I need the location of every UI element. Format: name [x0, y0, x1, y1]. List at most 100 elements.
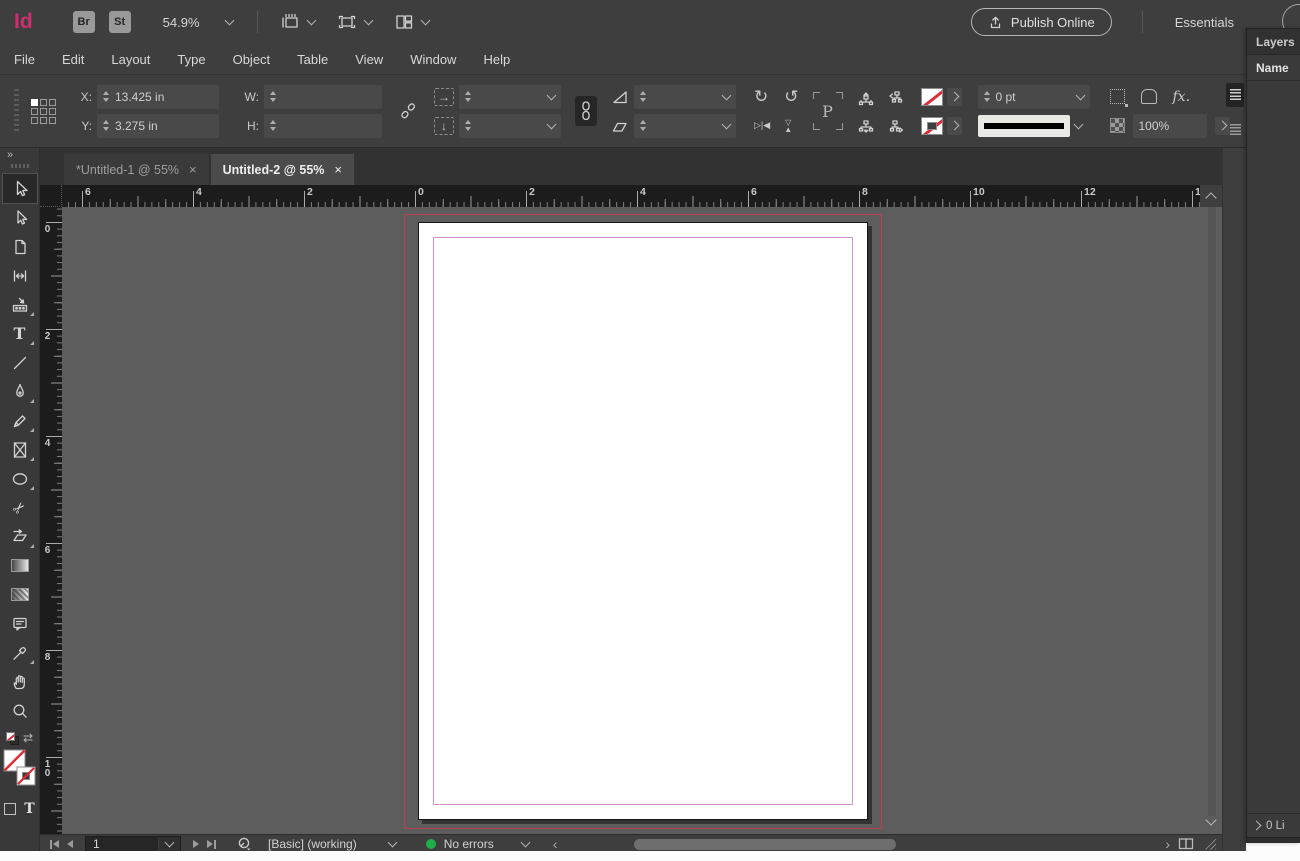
corner-options-icon[interactable] — [1110, 89, 1125, 104]
close-icon[interactable]: × — [189, 162, 197, 177]
stroke-weight-spinner[interactable] — [984, 91, 990, 102]
fill-options-button[interactable] — [947, 88, 962, 106]
w-spinner[interactable] — [270, 91, 276, 102]
stroke-weight-field[interactable]: 0 pt — [978, 85, 1090, 109]
gradient-feather-tool[interactable] — [3, 580, 37, 609]
page-number-field[interactable]: 1 — [85, 836, 181, 852]
default-fill-stroke-icon[interactable] — [6, 732, 19, 745]
next-page-button[interactable] — [193, 840, 199, 848]
menu-help[interactable]: Help — [483, 52, 510, 67]
menu-file[interactable]: File — [14, 52, 35, 67]
hand-tool[interactable] — [3, 667, 37, 696]
horizontal-scrollbar-thumb[interactable] — [634, 839, 897, 850]
constrain-dimensions-link-icon[interactable] — [398, 100, 418, 122]
selection-tool[interactable] — [3, 174, 37, 203]
gradient-swatch-tool[interactable] — [3, 551, 37, 580]
zoom-tool[interactable] — [3, 696, 37, 725]
vertical-scrollbar-down-button[interactable] — [1200, 812, 1222, 832]
pasteboard-canvas[interactable] — [62, 207, 1222, 834]
x-position-field[interactable]: 13.425 in — [97, 85, 219, 109]
pencil-tool[interactable] — [3, 406, 37, 435]
pen-tool[interactable] — [3, 377, 37, 406]
zoom-level-dropdown[interactable]: 54.9% — [163, 15, 233, 30]
vertical-ruler[interactable]: 0 2 4 6 8 10 — [40, 207, 62, 834]
horizontal-ruler[interactable]: 6 4 2 0 2 4 6 8 10 12 14 — [62, 185, 1222, 207]
fill-swatch-none[interactable] — [921, 88, 943, 106]
fill-stroke-swatches[interactable] — [3, 749, 37, 789]
free-transform-tool[interactable] — [3, 522, 37, 551]
chevron-down-icon[interactable] — [722, 90, 732, 100]
opacity-field[interactable]: 100% — [1133, 114, 1207, 138]
tab-untitled-1[interactable]: *Untitled-1 @ 55% × — [64, 154, 209, 185]
workspace-switcher[interactable]: Essentials — [1175, 15, 1234, 30]
scale-y-field[interactable] — [459, 114, 561, 138]
flip-horizontal-button[interactable]: ▷|◀ — [754, 120, 770, 131]
rotate-clockwise-button[interactable]: ↻ — [754, 88, 768, 105]
type-tool[interactable]: T — [3, 319, 37, 348]
constrain-scale-link-icon[interactable] — [575, 96, 597, 126]
horizontal-scrollbar-track[interactable] — [569, 838, 1153, 851]
gap-tool[interactable] — [3, 261, 37, 290]
scissors-tool[interactable]: ✂ — [3, 493, 37, 522]
effects-fx-button[interactable]: fx. — [1173, 89, 1191, 105]
scale-x-field[interactable] — [459, 85, 561, 109]
hscroll-right-arrow[interactable]: › — [1165, 839, 1170, 849]
direct-selection-tool[interactable] — [3, 203, 37, 232]
rotate-counterclockwise-button[interactable]: ↺ — [784, 88, 798, 105]
line-tool[interactable] — [3, 348, 37, 377]
screen-mode-dropdown[interactable] — [337, 12, 372, 32]
menu-edit[interactable]: Edit — [62, 52, 84, 67]
publish-online-button[interactable]: Publish Online — [971, 8, 1112, 36]
stroke-options-button[interactable] — [947, 117, 962, 135]
layers-list-empty[interactable] — [1247, 81, 1300, 813]
chevron-down-icon[interactable] — [547, 90, 557, 100]
y-spinner[interactable] — [103, 120, 109, 131]
select-previous-object-button[interactable] — [887, 88, 905, 106]
vertical-scrollbar-track[interactable] — [1208, 207, 1216, 816]
preflight-icon[interactable] — [236, 836, 252, 852]
menu-layout[interactable]: Layout — [111, 52, 150, 67]
chevron-down-icon[interactable] — [1075, 90, 1085, 100]
stock-button[interactable]: St — [109, 11, 131, 33]
swap-fill-stroke-icon[interactable]: ⇄ — [23, 731, 33, 745]
close-icon[interactable]: × — [334, 162, 342, 177]
window-resize-grip[interactable] — [1205, 839, 1216, 850]
menu-view[interactable]: View — [355, 52, 383, 67]
view-options-dropdown[interactable] — [280, 12, 315, 32]
menu-type[interactable]: Type — [177, 52, 205, 67]
menu-table[interactable]: Table — [297, 52, 328, 67]
scale-y-spinner[interactable] — [465, 120, 471, 131]
bridge-button[interactable]: Br — [73, 11, 95, 33]
width-field[interactable] — [264, 85, 382, 109]
formatting-affects-text-button[interactable]: T — [24, 801, 34, 817]
arrange-documents-dropdown[interactable] — [394, 12, 429, 32]
preflight-profile-dropdown[interactable]: [Basic] (working) — [268, 837, 357, 851]
shear-spinner[interactable] — [640, 120, 646, 131]
page-tool[interactable] — [3, 232, 37, 261]
menu-object[interactable]: Object — [233, 52, 271, 67]
h-spinner[interactable] — [270, 120, 276, 131]
content-collector-tool[interactable] — [3, 290, 37, 319]
select-next-object-button[interactable] — [887, 117, 905, 135]
rotation-spinner[interactable] — [640, 91, 646, 102]
flip-vertical-button[interactable]: ▽ ▲ — [784, 119, 792, 133]
ruler-corner[interactable] — [40, 185, 62, 207]
rectangle-frame-tool[interactable] — [3, 435, 37, 464]
formatting-affects-container-button[interactable] — [4, 803, 16, 815]
chevron-down-icon[interactable] — [387, 838, 397, 848]
rotation-angle-field[interactable] — [634, 85, 736, 109]
select-content-button[interactable] — [857, 117, 875, 135]
y-position-field[interactable]: 3.275 in — [97, 114, 219, 138]
last-page-button[interactable] — [207, 840, 216, 849]
eyedropper-tool[interactable] — [3, 638, 37, 667]
error-status-text[interactable]: No errors — [444, 837, 494, 851]
previous-page-button[interactable] — [67, 840, 73, 848]
tab-untitled-2[interactable]: Untitled-2 @ 55% × — [211, 154, 354, 185]
layers-panel-footer[interactable]: 0 Li — [1247, 813, 1300, 837]
chevron-down-icon[interactable] — [520, 838, 530, 848]
chevron-down-icon[interactable] — [1073, 119, 1083, 129]
tools-panel-grip[interactable] — [11, 164, 29, 168]
corner-radius-icon[interactable] — [1141, 89, 1157, 104]
select-container-button[interactable] — [857, 88, 875, 106]
height-field[interactable] — [264, 114, 382, 138]
